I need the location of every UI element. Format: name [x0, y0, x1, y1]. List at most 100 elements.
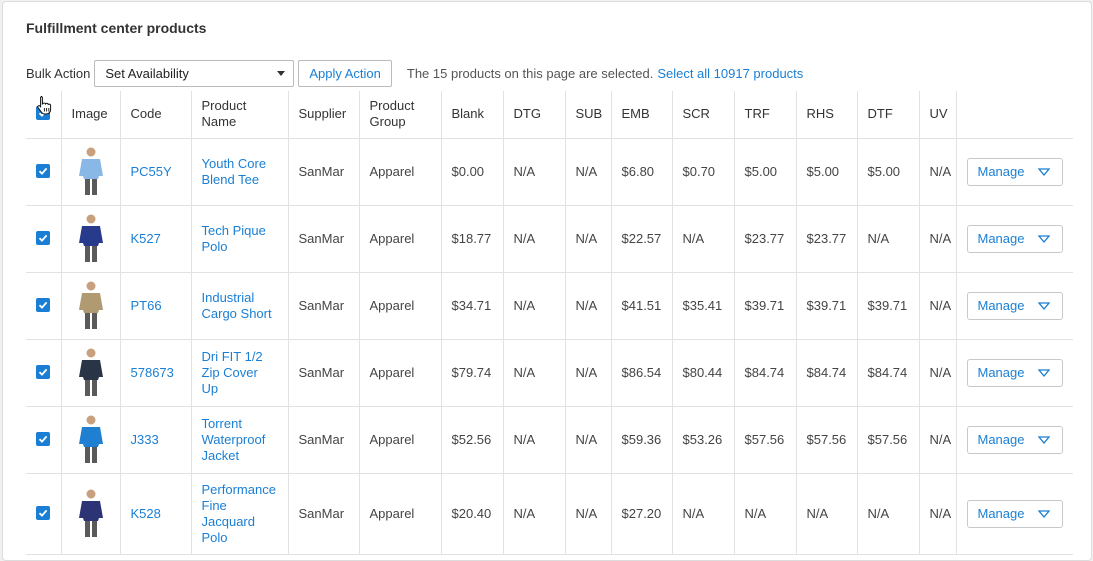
product-code-link[interactable]: J333: [120, 406, 192, 474]
cell-dtg: N/A: [503, 205, 566, 273]
cell-emb: $41.51: [611, 272, 673, 340]
cell-supplier: SanMar: [288, 138, 360, 206]
caret-down-icon: [277, 70, 286, 76]
cell-rhs: $39.71: [796, 272, 858, 340]
select-all-cell: [26, 91, 62, 139]
cell-scr: N/A: [672, 473, 735, 555]
table-header-row: Image Code Product Name Supplier Product…: [26, 91, 1073, 139]
bulk-action-select[interactable]: Set Availability: [94, 59, 295, 87]
manage-button[interactable]: Manage: [966, 425, 1063, 454]
manage-label: Manage: [977, 297, 1025, 313]
cell-emb: $59.36: [611, 406, 673, 474]
actions-cell: Manage: [956, 339, 1073, 407]
cell-dtf: $57.56: [857, 406, 920, 474]
cell-group: Apparel: [359, 473, 442, 555]
cell-uv: N/A: [919, 473, 957, 555]
product-code-link[interactable]: K527: [120, 205, 192, 273]
row-checkbox[interactable]: [36, 505, 50, 520]
cell-sub: N/A: [565, 406, 612, 474]
check-icon: [38, 509, 48, 517]
cell-blank: $79.74: [441, 339, 504, 407]
row-checkbox[interactable]: [36, 364, 50, 379]
table-row: PT66 Industrial Cargo Short SanMar Apparel $…: [26, 272, 1073, 340]
products-card: Fulfillment center products Bulk Action …: [2, 1, 1092, 561]
product-code-link[interactable]: PT66: [120, 272, 192, 340]
actions-cell: Manage: [956, 272, 1073, 340]
product-code-link[interactable]: 578673: [120, 339, 192, 407]
cell-scr: $80.44: [672, 339, 735, 407]
cell-supplier: SanMar: [288, 473, 360, 555]
product-image[interactable]: [77, 213, 105, 265]
cell-dtg: N/A: [503, 473, 566, 555]
manage-button[interactable]: Manage: [966, 291, 1063, 320]
cell-scr: N/A: [672, 205, 735, 273]
product-image[interactable]: [77, 347, 105, 399]
row-checkbox[interactable]: [36, 163, 50, 178]
cell-dtf: $39.71: [857, 272, 920, 340]
selection-message: The 15 products on this page are selecte…: [406, 65, 654, 81]
product-image-cell: [61, 138, 121, 206]
row-select-cell: [26, 205, 62, 273]
apply-action-button[interactable]: Apply Action: [298, 59, 392, 87]
cell-blank: $18.77: [441, 205, 504, 273]
cell-scr: $0.70: [672, 138, 735, 206]
actions-cell: Manage: [956, 205, 1073, 273]
col-header-product-name: Product Name: [191, 91, 289, 139]
manage-button[interactable]: Manage: [966, 224, 1063, 253]
product-image[interactable]: [77, 488, 105, 540]
cell-emb: $27.20: [611, 473, 673, 555]
product-code-link[interactable]: K528: [120, 473, 192, 555]
cell-rhs: $5.00: [796, 138, 858, 206]
row-checkbox[interactable]: [36, 297, 50, 312]
table-row: K527 Tech Pique Polo SanMar Apparel $18.77 N/…: [26, 205, 1073, 273]
cell-dtf: $84.74: [857, 339, 920, 407]
product-name-link[interactable]: Torrent Waterproof Jacket: [191, 406, 289, 474]
check-icon: [38, 234, 48, 242]
cell-dtg: N/A: [503, 138, 566, 206]
cell-supplier: SanMar: [288, 339, 360, 407]
table-row: J333 Torrent Waterproof Jacket SanMar Appar…: [26, 406, 1073, 474]
product-name-link[interactable]: Youth Core Blend Tee: [191, 138, 289, 206]
triangle-down-icon: [1037, 234, 1050, 243]
manage-button[interactable]: Manage: [966, 499, 1063, 528]
check-icon: [38, 301, 48, 309]
product-name-link[interactable]: Industrial Cargo Short: [191, 272, 289, 340]
cell-scr: $35.41: [672, 272, 735, 340]
triangle-down-icon: [1037, 301, 1050, 310]
col-header-dtg: DTG: [503, 91, 566, 139]
manage-label: Manage: [977, 431, 1025, 447]
actions-cell: Manage: [956, 138, 1073, 206]
row-select-cell: [26, 406, 62, 474]
cell-dtf: N/A: [857, 205, 920, 273]
cell-group: Apparel: [359, 406, 442, 474]
cell-blank: $20.40: [441, 473, 504, 555]
row-checkbox[interactable]: [36, 230, 50, 245]
manage-button[interactable]: Manage: [966, 358, 1063, 387]
product-image[interactable]: [77, 146, 105, 198]
cell-dtg: N/A: [503, 406, 566, 474]
manage-button[interactable]: Manage: [966, 157, 1063, 186]
col-header-code: Code: [120, 91, 192, 139]
triangle-down-icon: [1037, 435, 1050, 444]
cell-emb: $6.80: [611, 138, 673, 206]
cell-dtg: N/A: [503, 272, 566, 340]
product-name-link[interactable]: Performance Fine Jacquard Polo: [191, 473, 289, 555]
row-checkbox[interactable]: [36, 431, 50, 446]
product-name-link[interactable]: Tech Pique Polo: [191, 205, 289, 273]
product-image[interactable]: [77, 280, 105, 332]
actions-cell: Manage: [956, 473, 1073, 555]
product-name-link[interactable]: Dri FIT 1/2 Zip Cover Up: [191, 339, 289, 407]
product-image[interactable]: [77, 414, 105, 466]
cell-emb: $22.57: [611, 205, 673, 273]
cell-trf: $84.74: [734, 339, 797, 407]
product-code-link[interactable]: PC55Y: [120, 138, 192, 206]
cell-sub: N/A: [565, 272, 612, 340]
cell-blank: $34.71: [441, 272, 504, 340]
select-all-link[interactable]: Select all 10917 products: [657, 66, 803, 81]
product-image-cell: [61, 339, 121, 407]
page-title: Fulfillment center products: [26, 20, 207, 36]
cell-uv: N/A: [919, 339, 957, 407]
check-icon: [38, 167, 48, 175]
cell-dtf: N/A: [857, 473, 920, 555]
cell-sub: N/A: [565, 138, 612, 206]
